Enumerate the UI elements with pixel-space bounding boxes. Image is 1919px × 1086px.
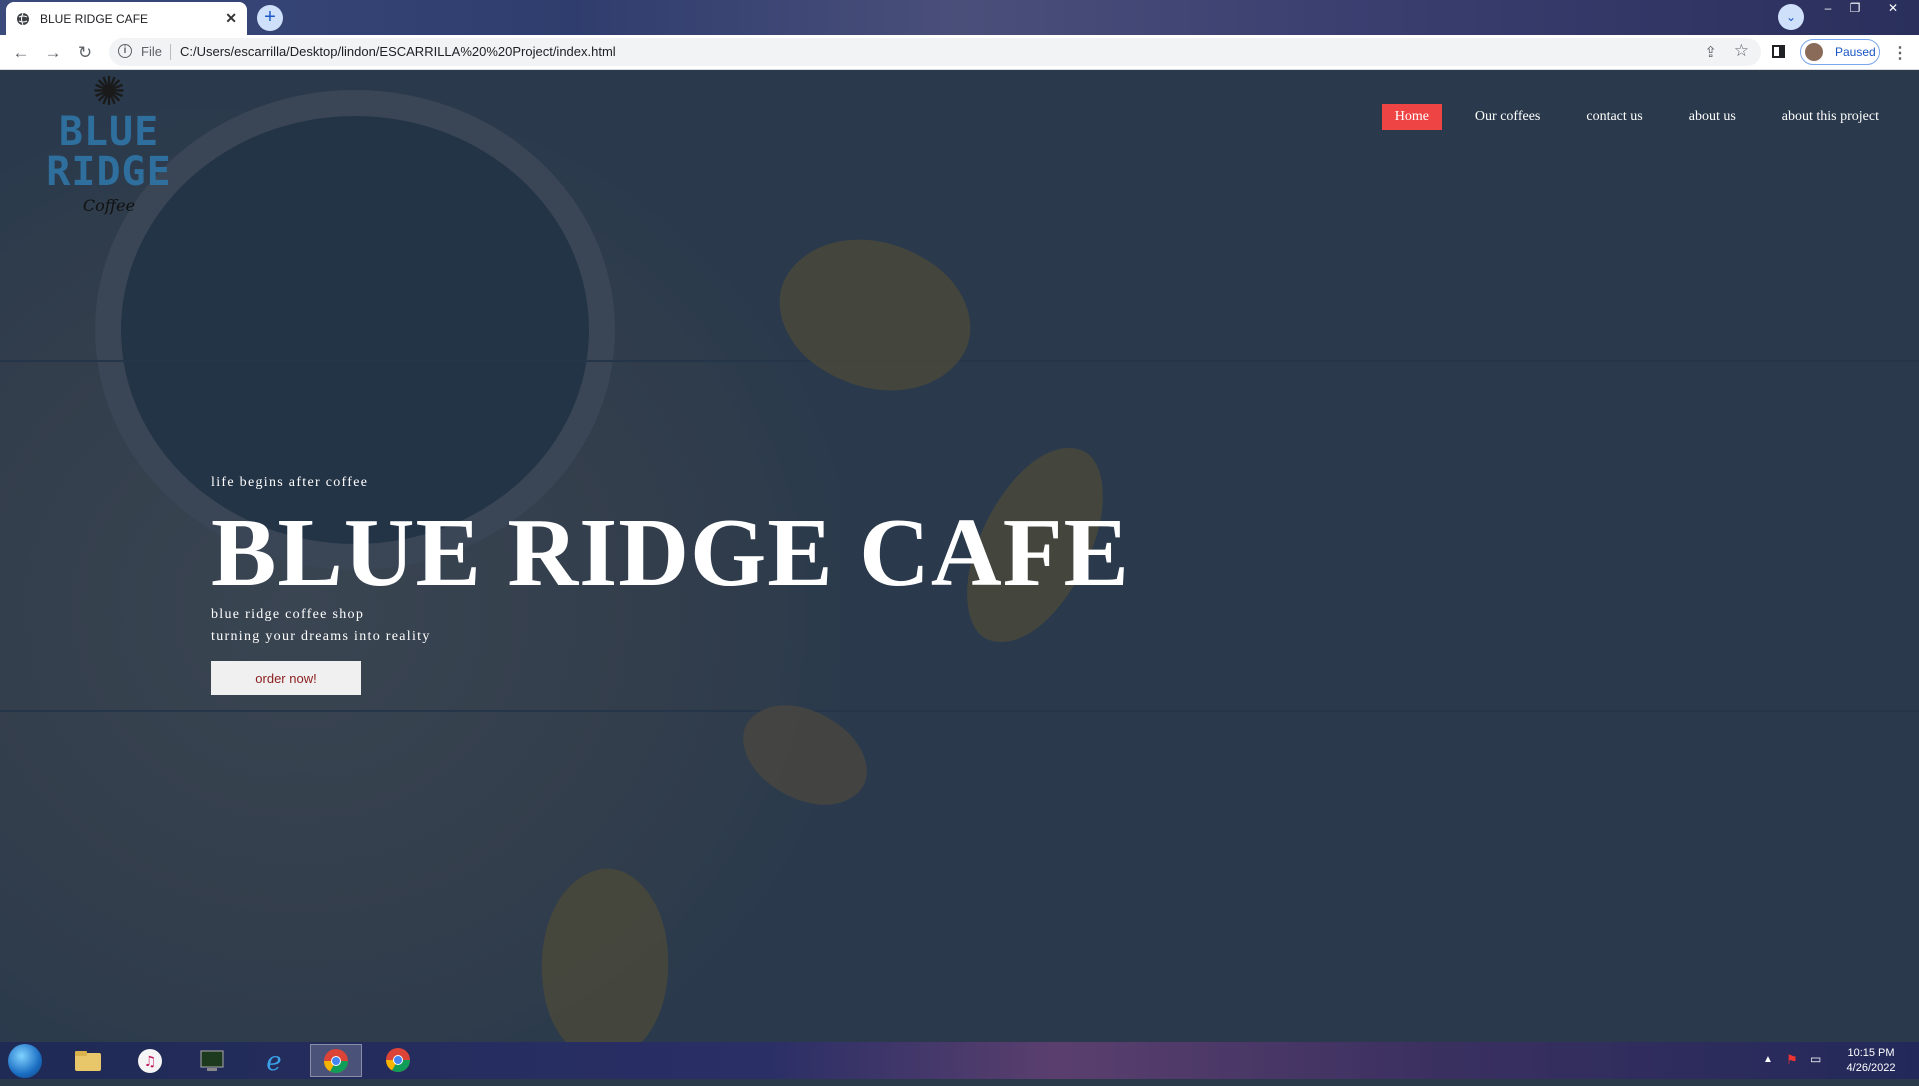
address-separator	[170, 44, 171, 60]
scheme-label: File	[141, 44, 162, 59]
svg-text:♫: ♫	[144, 1054, 157, 1070]
url-text[interactable]: C:/Users/escarrilla/Desktop/lindon/ESCAR…	[180, 44, 616, 59]
action-center-flag-icon[interactable]: ⚑	[1786, 1052, 1798, 1068]
windows-taskbar: ♫ e ▲ ⚑ ▭ 10:15 PM 4/26/2022	[0, 1042, 1919, 1079]
network-icon[interactable]: ▭	[1810, 1052, 1821, 1066]
internet-explorer-icon[interactable]: e	[248, 1044, 300, 1077]
clock-time: 10:15 PM	[1847, 1047, 1895, 1059]
order-now-button[interactable]: order now!	[211, 661, 361, 695]
profile-status: Paused	[1835, 45, 1876, 59]
share-icon[interactable]: ⇪	[1704, 43, 1717, 61]
hero-subtitle-2: turning your dreams into reality	[211, 629, 431, 644]
hero-tagline: life begins after coffee	[211, 475, 369, 490]
menu-icon[interactable]: ⋮	[1892, 43, 1908, 63]
nav-about-this-project[interactable]: about this project	[1769, 104, 1892, 130]
chrome-icon[interactable]	[372, 1044, 424, 1077]
globe-icon	[17, 12, 29, 25]
itunes-icon[interactable]: ♫	[124, 1044, 176, 1077]
browser-titlebar: BLUE RIDGE CAFE ✕ + ⌄ – ❐ ✕	[0, 0, 1919, 35]
start-button[interactable]	[8, 1044, 42, 1078]
logo-line-3: Coffee	[82, 196, 136, 215]
background-plank	[0, 710, 1919, 712]
nav-about-us[interactable]: about us	[1676, 104, 1749, 130]
close-tab-icon[interactable]: ✕	[225, 10, 237, 27]
logo-line-2: RIDGE	[46, 149, 172, 195]
snowflake-icon: ✺	[92, 70, 126, 114]
address-bar[interactable]: i File C:/Users/escarrilla/Desktop/lindo…	[109, 38, 1761, 66]
forward-icon[interactable]: →	[41, 41, 65, 65]
site-logo[interactable]: ✺ BLUE RIDGE Coffee	[44, 72, 174, 242]
info-icon[interactable]: i	[118, 44, 132, 58]
hero-section: life begins after coffee BLUE RIDGE CAFE…	[211, 475, 1130, 695]
main-nav: Home Our coffees contact us about us abo…	[1362, 103, 1919, 131]
taskbar-clock[interactable]: 10:15 PM 4/26/2022	[1836, 1046, 1906, 1076]
profile-button[interactable]: Paused	[1800, 39, 1880, 65]
browser-toolbar: ← → ↻ i File C:/Users/escarrilla/Desktop…	[0, 35, 1919, 70]
logo-line-1: BLUE	[58, 109, 160, 155]
web-page: ✺ BLUE RIDGE Coffee Home Our coffees con…	[0, 70, 1919, 1042]
windows-explorer-icon[interactable]	[62, 1044, 114, 1077]
svg-text:e: e	[266, 1047, 281, 1075]
background-plank	[0, 360, 1919, 362]
avatar	[1805, 43, 1823, 61]
hero-title: BLUE RIDGE CAFE	[211, 499, 1130, 607]
restore-button[interactable]: ❐	[1842, 0, 1868, 18]
hero-subtitle-1: blue ridge coffee shop	[211, 607, 365, 622]
nav-contact-us[interactable]: contact us	[1573, 104, 1655, 130]
clock-date: 4/26/2022	[1846, 1062, 1896, 1074]
minimize-button[interactable]: –	[1815, 0, 1841, 18]
star-icon[interactable]: ☆	[1734, 41, 1749, 61]
tab-title: BLUE RIDGE CAFE	[40, 11, 149, 26]
nav-home[interactable]: Home	[1381, 104, 1442, 130]
back-icon[interactable]: ←	[9, 41, 33, 65]
tab-search-button[interactable]: ⌄	[1778, 4, 1804, 30]
close-window-button[interactable]: ✕	[1880, 0, 1906, 18]
browser-tab[interactable]: BLUE RIDGE CAFE ✕	[6, 2, 247, 35]
chrome-icon[interactable]	[310, 1044, 362, 1077]
side-panel-icon[interactable]	[1772, 45, 1785, 58]
new-tab-button[interactable]: +	[257, 5, 283, 31]
reload-icon[interactable]: ↻	[73, 41, 97, 65]
nav-our-coffees[interactable]: Our coffees	[1462, 104, 1553, 130]
terminal-icon[interactable]	[186, 1044, 238, 1077]
tray-expand-icon[interactable]: ▲	[1763, 1054, 1773, 1065]
